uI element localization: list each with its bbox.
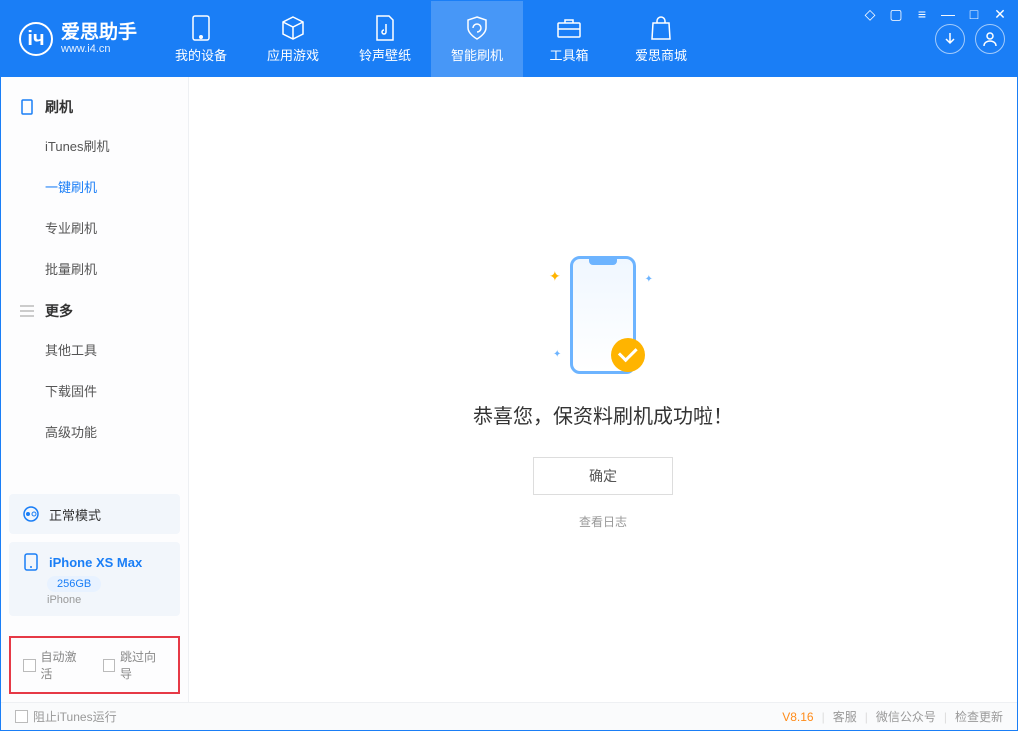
sidebar-item-batch-flash[interactable]: 批量刷机 <box>1 248 188 289</box>
main-content: ✦ ✦ ✦ 恭喜您，保资料刷机成功啦！ 确定 查看日志 <box>189 77 1017 702</box>
close-button[interactable]: ✕ <box>992 6 1008 22</box>
app-body: 刷机 iTunes刷机 一键刷机 专业刷机 批量刷机 更多 其他工具 下载固件 … <box>1 77 1017 702</box>
logo-area: iч 爱思助手 www.i4.cn <box>1 1 155 77</box>
phone-icon <box>19 99 35 115</box>
tab-ringtone-wallpaper[interactable]: 铃声壁纸 <box>339 1 431 77</box>
toolbox-icon <box>556 15 582 41</box>
separator: | <box>865 710 868 724</box>
checkbox-label: 跳过向导 <box>120 648 166 682</box>
sidebar-item-download-firmware[interactable]: 下载固件 <box>1 370 188 411</box>
sparkle-icon: ✦ <box>553 349 561 360</box>
tab-label: 应用游戏 <box>267 45 319 64</box>
device-name: iPhone XS Max <box>49 555 142 570</box>
checkbox-label: 自动激活 <box>41 648 87 682</box>
maximize-button[interactable]: □ <box>966 6 982 22</box>
checkbox-icon <box>23 659 36 672</box>
cube-icon <box>280 15 306 41</box>
tab-label: 工具箱 <box>550 45 589 64</box>
app-header: iч 爱思助手 www.i4.cn 我的设备 应用游戏 铃声壁纸 智能刷机 工具… <box>1 1 1017 77</box>
sidebar-group-more: 更多 <box>1 289 188 329</box>
check-update-link[interactable]: 检查更新 <box>955 708 1003 725</box>
mode-label: 正常模式 <box>49 505 101 524</box>
tshirt-icon[interactable]: ◇ <box>862 6 878 22</box>
mode-icon <box>21 504 41 524</box>
checkbox-label: 阻止iTunes运行 <box>33 708 117 725</box>
shopping-bag-icon <box>648 15 674 41</box>
footer: 阻止iTunes运行 V8.16 | 客服 | 微信公众号 | 检查更新 <box>1 702 1017 730</box>
mode-box[interactable]: 正常模式 <box>9 494 180 534</box>
tab-my-device[interactable]: 我的设备 <box>155 1 247 77</box>
checkmark-badge-icon <box>611 338 645 372</box>
group-title: 刷机 <box>45 97 73 117</box>
menu-icon[interactable]: ≡ <box>914 6 930 22</box>
sparkle-icon: ✦ <box>645 274 653 285</box>
tab-label: 智能刷机 <box>451 45 503 64</box>
device-phone-icon <box>21 552 41 572</box>
sidebar-group-flash: 刷机 <box>1 85 188 125</box>
wechat-link[interactable]: 微信公众号 <box>876 708 936 725</box>
app-logo-icon: iч <box>19 22 53 56</box>
device-panel: 正常模式 iPhone XS Max 256GB iPhone <box>1 486 188 632</box>
shield-refresh-icon <box>464 15 490 41</box>
device-icon <box>188 15 214 41</box>
tab-label: 爱思商城 <box>635 45 687 64</box>
version-label: V8.16 <box>782 710 813 724</box>
sidebar-scroll: 刷机 iTunes刷机 一键刷机 专业刷机 批量刷机 更多 其他工具 下载固件 … <box>1 77 188 486</box>
logo-text: 爱思助手 www.i4.cn <box>61 23 137 56</box>
app-subtitle: www.i4.cn <box>61 43 137 55</box>
ok-button[interactable]: 确定 <box>533 457 673 495</box>
option-checks: 自动激活 跳过向导 <box>9 636 180 694</box>
music-file-icon <box>372 15 398 41</box>
sidebar-item-itunes-flash[interactable]: iTunes刷机 <box>1 125 188 166</box>
main-tabs: 我的设备 应用游戏 铃声壁纸 智能刷机 工具箱 爱思商城 <box>155 1 925 77</box>
sidebar: 刷机 iTunes刷机 一键刷机 专业刷机 批量刷机 更多 其他工具 下载固件 … <box>1 77 189 702</box>
minimize-button[interactable]: — <box>940 6 956 22</box>
view-log-link[interactable]: 查看日志 <box>579 513 627 530</box>
sidebar-item-oneclick-flash[interactable]: 一键刷机 <box>1 166 188 207</box>
sidebar-item-advanced[interactable]: 高级功能 <box>1 411 188 452</box>
device-type: iPhone <box>47 594 81 606</box>
app-title: 爱思助手 <box>61 23 137 44</box>
tab-smart-flash[interactable]: 智能刷机 <box>431 1 523 77</box>
tab-toolbox[interactable]: 工具箱 <box>523 1 615 77</box>
checkbox-icon <box>103 659 116 672</box>
tab-apps-games[interactable]: 应用游戏 <box>247 1 339 77</box>
checkbox-block-itunes[interactable]: 阻止iTunes运行 <box>15 708 117 725</box>
list-icon <box>19 303 35 319</box>
success-message: 恭喜您，保资料刷机成功啦！ <box>473 400 733 429</box>
window-controls: ◇ ▢ ≡ — □ ✕ <box>862 6 1008 22</box>
checkbox-skip-guide[interactable]: 跳过向导 <box>103 648 167 682</box>
checkbox-auto-activate[interactable]: 自动激活 <box>23 648 87 682</box>
feedback-icon[interactable]: ▢ <box>888 6 904 22</box>
success-illustration: ✦ ✦ ✦ <box>543 250 663 380</box>
tab-label: 铃声壁纸 <box>359 45 411 64</box>
separator: | <box>822 710 825 724</box>
sparkle-icon: ✦ <box>549 268 561 285</box>
checkbox-icon <box>15 710 28 723</box>
device-box[interactable]: iPhone XS Max 256GB iPhone <box>9 542 180 616</box>
user-button[interactable] <box>975 24 1005 54</box>
download-button[interactable] <box>935 24 965 54</box>
tab-store[interactable]: 爱思商城 <box>615 1 707 77</box>
support-link[interactable]: 客服 <box>833 708 857 725</box>
group-title: 更多 <box>45 301 73 321</box>
tab-label: 我的设备 <box>175 45 227 64</box>
footer-right: V8.16 | 客服 | 微信公众号 | 检查更新 <box>782 708 1003 725</box>
sidebar-item-pro-flash[interactable]: 专业刷机 <box>1 207 188 248</box>
separator: | <box>944 710 947 724</box>
sidebar-item-other-tools[interactable]: 其他工具 <box>1 329 188 370</box>
storage-badge: 256GB <box>47 576 101 592</box>
